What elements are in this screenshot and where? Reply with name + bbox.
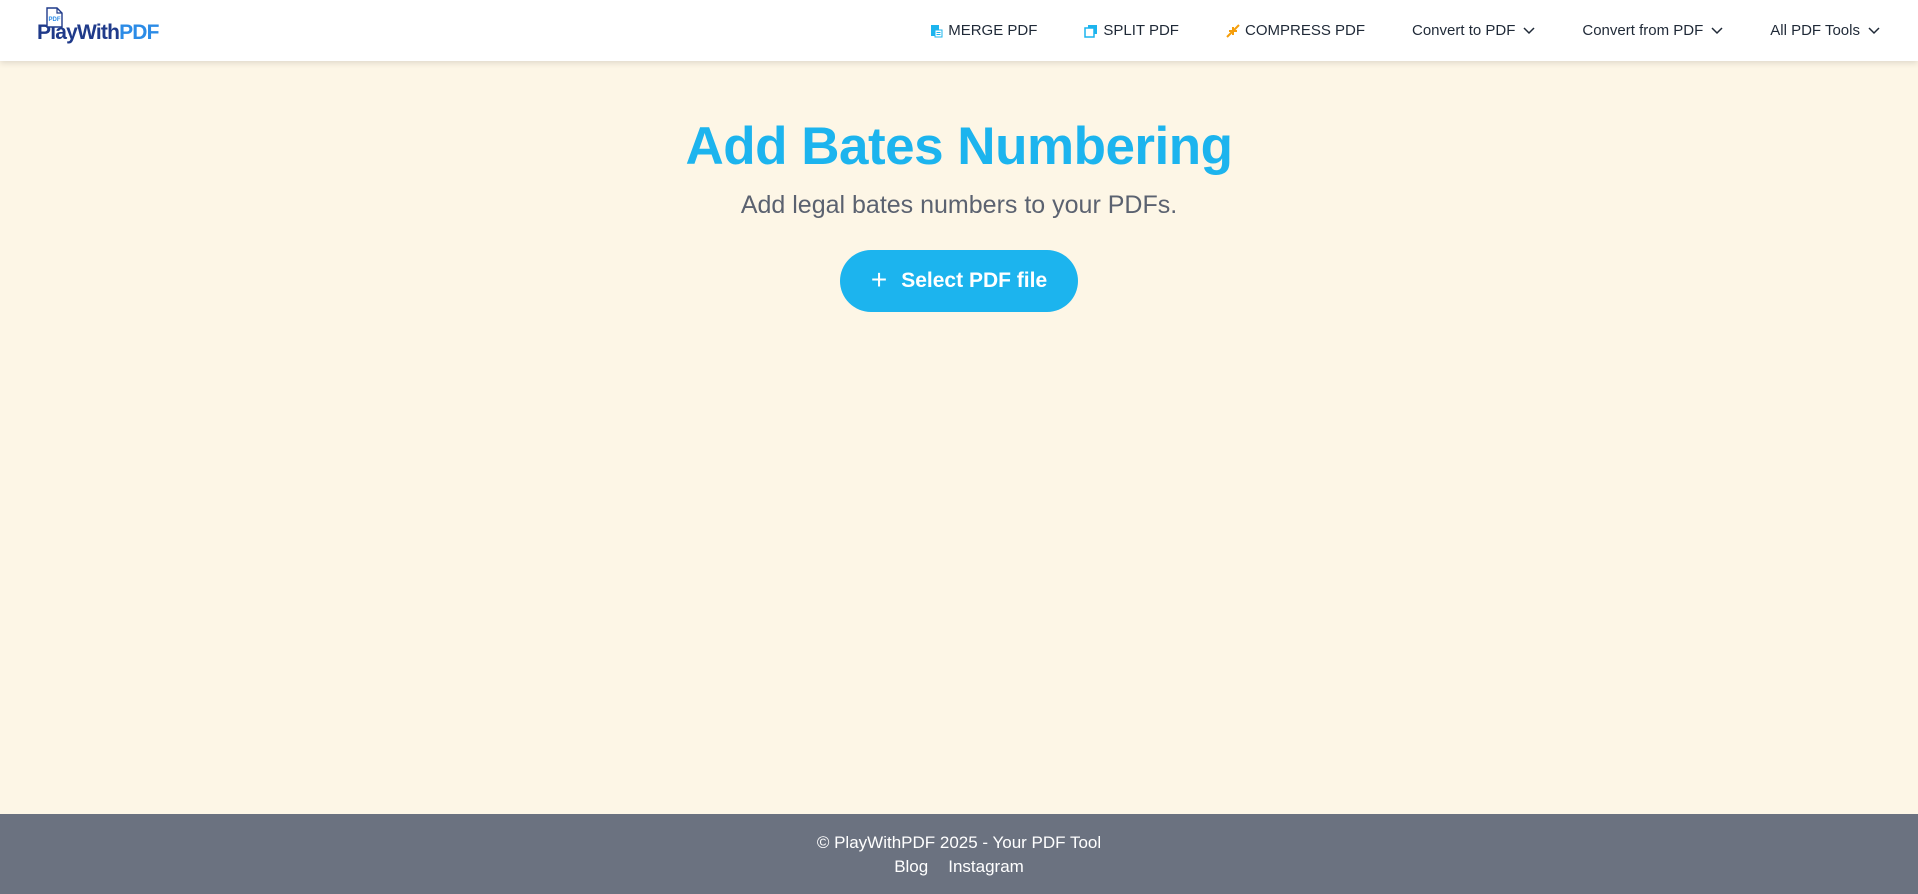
nav-label: Convert to PDF [1412, 22, 1516, 39]
top-header: PDF PlayWithPDF MERGE PDF SPLIT PDF COMP… [0, 0, 1918, 61]
split-icon [1084, 24, 1098, 38]
nav-label: MERGE PDF [948, 22, 1038, 39]
nav-split-pdf[interactable]: SPLIT PDF [1084, 22, 1179, 39]
page-subtitle: Add legal bates numbers to your PDFs. [740, 191, 1178, 219]
merge-icon [931, 24, 943, 37]
logo-text-accent: PDF [119, 21, 159, 44]
nav-convert-from-pdf[interactable]: Convert from PDF [1582, 22, 1723, 39]
nav-label: COMPRESS PDF [1244, 22, 1365, 39]
footer-link-instagram[interactable]: Instagram [948, 857, 1024, 877]
plus-icon: + [870, 263, 888, 295]
chevron-down-icon [1868, 26, 1880, 34]
chevron-down-icon [1711, 26, 1723, 34]
nav-label: Convert from PDF [1582, 22, 1704, 39]
nav-label: All PDF Tools [1770, 22, 1860, 39]
page-footer: © PlayWithPDF 2025 - Your PDF Tool Blog … [0, 814, 1918, 894]
nav-label: SPLIT PDF [1103, 22, 1179, 39]
nav-convert-to-pdf[interactable]: Convert to PDF [1412, 22, 1535, 39]
chevron-down-icon [1523, 26, 1535, 34]
select-pdf-file-button[interactable]: + Select PDF file [840, 250, 1078, 312]
main-nav: MERGE PDF SPLIT PDF COMPRESS PDF Convert… [929, 0, 1880, 61]
nav-compress-pdf[interactable]: COMPRESS PDF [1226, 22, 1365, 39]
page-title: Add Bates Numbering [685, 117, 1233, 176]
select-pdf-file-label: Select PDF file [901, 269, 1048, 292]
footer-links: Blog Instagram [0, 857, 1918, 877]
main-content: Add Bates Numbering Add legal bates numb… [0, 61, 1918, 814]
nav-merge-pdf[interactable]: MERGE PDF [929, 22, 1037, 39]
pdf-document-icon: PDF [46, 7, 63, 28]
footer-copyright: © PlayWithPDF 2025 - Your PDF Tool [816, 833, 1102, 852]
nav-all-pdf-tools[interactable]: All PDF Tools [1770, 22, 1880, 39]
compress-icon [1226, 23, 1240, 38]
logo-badge: PDF [49, 17, 61, 23]
site-logo[interactable]: PDF PlayWithPDF [37, 7, 159, 47]
footer-link-blog[interactable]: Blog [894, 857, 928, 877]
